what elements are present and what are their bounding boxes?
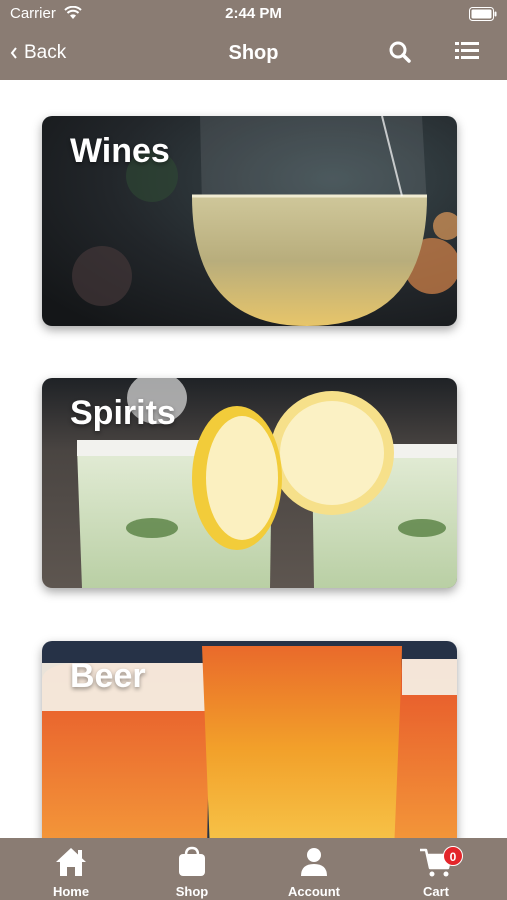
tab-label: Shop (175, 884, 209, 899)
page-title: Shop (228, 42, 279, 64)
person-icon (301, 848, 327, 876)
category-list: Wines Spirits Beer (0, 80, 507, 838)
tab-bar: Home Shop Account 0 Cart (0, 838, 507, 900)
category-label: Wines (70, 132, 170, 170)
list-icon[interactable] (455, 40, 479, 67)
chevron-left-icon (10, 47, 17, 59)
tab-label: Account (288, 884, 340, 899)
tab-cart[interactable]: 0 Cart (386, 844, 486, 899)
category-card-beer[interactable]: Beer (42, 641, 457, 838)
search-icon[interactable] (388, 40, 412, 69)
back-button[interactable]: Back (10, 42, 66, 64)
category-card-spirits[interactable]: Spirits (42, 378, 457, 588)
category-label: Spirits (70, 394, 176, 432)
cart-count-badge: 0 (443, 846, 463, 866)
category-label: Beer (70, 657, 146, 695)
status-time: 2:44 PM (225, 5, 282, 22)
status-bar: Carrier 2:44 PM (0, 0, 507, 28)
shopping-bag-icon (179, 846, 205, 876)
tab-account[interactable]: Account (264, 844, 364, 899)
tab-shop[interactable]: Shop (142, 844, 242, 899)
navigation-bar: Back Shop (0, 28, 507, 80)
tab-label: Home (52, 884, 90, 899)
home-icon (56, 848, 86, 876)
tab-label: Cart (422, 884, 449, 899)
tab-home[interactable]: Home (21, 844, 121, 899)
battery-icon (469, 7, 497, 25)
top-bar: Carrier 2:44 PM Back Shop (0, 0, 507, 80)
category-card-wines[interactable]: Wines (42, 116, 457, 326)
back-label: Back (24, 42, 67, 63)
